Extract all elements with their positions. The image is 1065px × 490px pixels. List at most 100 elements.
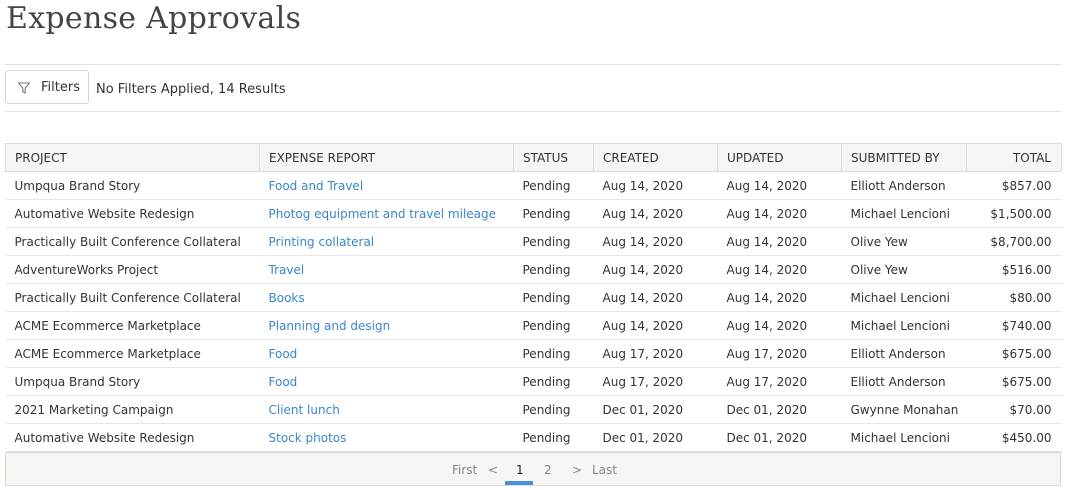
expense-report-link[interactable]: Printing collateral [269,235,375,249]
submitted-by-cell: Olive Yew [841,255,967,284]
project-cell: Automative Website Redesign [5,423,260,452]
pagination-prev[interactable]: < [488,463,498,477]
created-cell: Aug 17, 2020 [593,339,718,368]
divider [5,64,1061,65]
filter-icon [17,80,31,94]
table-row[interactable]: ACME Ecommerce Marketplace Planning and … [5,311,1062,340]
pagination-last[interactable]: Last [592,463,617,477]
submitted-by-cell: Michael Lencioni [841,199,967,228]
project-cell: 2021 Marketing Campaign [5,395,260,424]
table-header-row: PROJECT EXPENSE REPORT STATUS CREATED UP… [5,143,1062,172]
filters-button-label: Filters [41,79,80,95]
updated-cell: Aug 14, 2020 [717,171,842,200]
pagination: First < 1 2 > Last [5,452,1061,486]
updated-cell: Aug 17, 2020 [717,339,842,368]
status-cell: Pending [513,367,594,396]
pagination-page-1[interactable]: 1 [516,463,524,477]
updated-cell: Dec 01, 2020 [717,423,842,452]
column-header-submitted-by[interactable]: SUBMITTED BY [841,143,967,172]
total-cell: $857.00 [966,171,1062,200]
created-cell: Dec 01, 2020 [593,423,718,452]
updated-cell: Aug 14, 2020 [717,255,842,284]
expense-report-link[interactable]: Photog equipment and travel mileage [269,207,497,221]
expense-table: PROJECT EXPENSE REPORT STATUS CREATED UP… [5,143,1062,452]
created-cell: Aug 14, 2020 [593,227,718,256]
project-cell: Umpqua Brand Story [5,367,260,396]
status-cell: Pending [513,423,594,452]
created-cell: Aug 14, 2020 [593,171,718,200]
status-cell: Pending [513,311,594,340]
table-row[interactable]: ACME Ecommerce Marketplace Food Pending … [5,339,1062,368]
column-header-project[interactable]: PROJECT [5,143,260,172]
status-cell: Pending [513,227,594,256]
active-page-indicator [505,481,533,485]
expense-report-link[interactable]: Books [269,291,305,305]
project-cell: Umpqua Brand Story [5,171,260,200]
page-title: Expense Approvals [6,1,302,36]
updated-cell: Aug 14, 2020 [717,283,842,312]
created-cell: Aug 14, 2020 [593,255,718,284]
total-cell: $675.00 [966,367,1062,396]
status-cell: Pending [513,395,594,424]
expense-report-link[interactable]: Stock photos [269,431,347,445]
created-cell: Aug 14, 2020 [593,283,718,312]
table-row[interactable]: Practically Built Conference Collateral … [5,227,1062,256]
total-cell: $740.00 [966,311,1062,340]
table-row[interactable]: 2021 Marketing Campaign Client lunch Pen… [5,395,1062,424]
filter-summary: No Filters Applied, 14 Results [96,82,286,97]
pagination-page-2[interactable]: 2 [544,463,552,477]
updated-cell: Aug 14, 2020 [717,227,842,256]
project-cell: AdventureWorks Project [5,255,260,284]
table-row[interactable]: Practically Built Conference Collateral … [5,283,1062,312]
total-cell: $80.00 [966,283,1062,312]
submitted-by-cell: Michael Lencioni [841,283,967,312]
updated-cell: Dec 01, 2020 [717,395,842,424]
total-cell: $450.00 [966,423,1062,452]
total-cell: $8,700.00 [966,227,1062,256]
expense-report-link[interactable]: Client lunch [269,403,340,417]
table-row[interactable]: Umpqua Brand Story Food Pending Aug 17, … [5,367,1062,396]
column-header-status[interactable]: STATUS [513,143,594,172]
status-cell: Pending [513,255,594,284]
total-cell: $516.00 [966,255,1062,284]
expense-report-link[interactable]: Food [269,347,298,361]
project-cell: ACME Ecommerce Marketplace [5,339,260,368]
divider [5,111,1061,112]
table-row[interactable]: Automative Website Redesign Stock photos… [5,423,1062,452]
expense-report-link[interactable]: Planning and design [269,319,391,333]
table-row[interactable]: AdventureWorks Project Travel Pending Au… [5,255,1062,284]
status-cell: Pending [513,171,594,200]
created-cell: Aug 17, 2020 [593,367,718,396]
table-row[interactable]: Umpqua Brand Story Food and Travel Pendi… [5,171,1062,200]
column-header-updated[interactable]: UPDATED [717,143,842,172]
submitted-by-cell: Olive Yew [841,227,967,256]
table-row[interactable]: Automative Website Redesign Photog equip… [5,199,1062,228]
expense-report-link[interactable]: Food and Travel [269,179,364,193]
updated-cell: Aug 14, 2020 [717,199,842,228]
status-cell: Pending [513,283,594,312]
submitted-by-cell: Elliott Anderson [841,171,967,200]
column-header-expense-report[interactable]: EXPENSE REPORT [259,143,514,172]
submitted-by-cell: Gwynne Monahan [841,395,967,424]
project-cell: Practically Built Conference Collateral [5,227,260,256]
submitted-by-cell: Michael Lencioni [841,423,967,452]
total-cell: $1,500.00 [966,199,1062,228]
expense-report-link[interactable]: Travel [269,263,305,277]
pagination-next[interactable]: > [572,463,582,477]
expense-report-link[interactable]: Food [269,375,298,389]
created-cell: Aug 14, 2020 [593,199,718,228]
updated-cell: Aug 17, 2020 [717,367,842,396]
submitted-by-cell: Elliott Anderson [841,339,967,368]
status-cell: Pending [513,199,594,228]
submitted-by-cell: Michael Lencioni [841,311,967,340]
column-header-created[interactable]: CREATED [593,143,718,172]
project-cell: ACME Ecommerce Marketplace [5,311,260,340]
column-header-total[interactable]: TOTAL [966,143,1062,172]
status-cell: Pending [513,339,594,368]
total-cell: $675.00 [966,339,1062,368]
filters-button[interactable]: Filters [5,70,89,104]
project-cell: Automative Website Redesign [5,199,260,228]
submitted-by-cell: Elliott Anderson [841,367,967,396]
created-cell: Dec 01, 2020 [593,395,718,424]
pagination-first[interactable]: First [452,463,477,477]
